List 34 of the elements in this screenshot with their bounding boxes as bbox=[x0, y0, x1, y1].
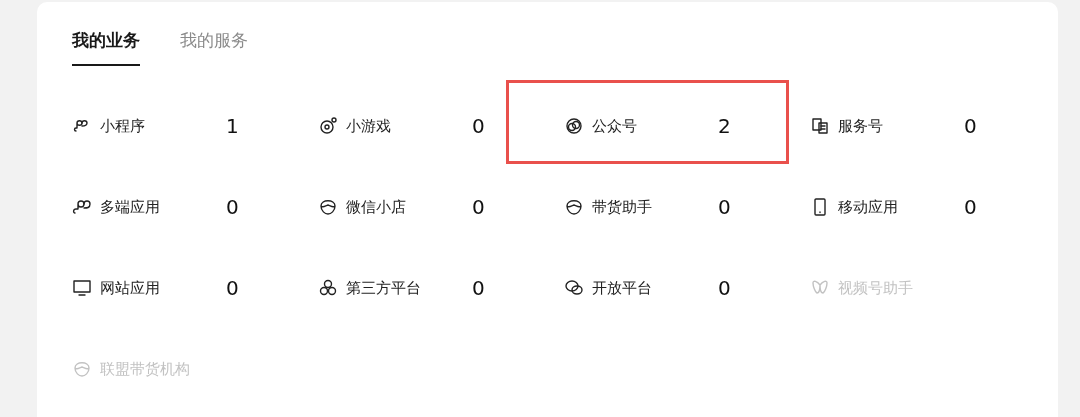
tab[interactable]: 我的业务 bbox=[72, 28, 140, 66]
service-link[interactable]: 服务号 bbox=[810, 114, 960, 138]
mask-icon bbox=[564, 197, 584, 217]
service-link[interactable]: 移动应用 bbox=[810, 195, 960, 219]
service-count: 1 bbox=[226, 113, 239, 140]
rings-icon bbox=[564, 116, 584, 136]
service-link[interactable]: 多端应用 bbox=[72, 195, 222, 219]
clover-icon bbox=[318, 278, 338, 298]
service-link[interactable]: 带货助手 bbox=[564, 195, 714, 219]
service-count: 0 bbox=[718, 194, 731, 221]
service-count: 0 bbox=[226, 194, 239, 221]
service-count: 2 bbox=[718, 113, 731, 140]
service-count: 0 bbox=[472, 194, 485, 221]
link-icon bbox=[72, 197, 92, 217]
mask-icon bbox=[318, 197, 338, 217]
service-count: 0 bbox=[964, 113, 977, 140]
service-link[interactable]: 开放平台 bbox=[564, 276, 714, 300]
service-link[interactable]: 公众号 bbox=[564, 114, 714, 138]
service-link[interactable]: 微信小店 bbox=[318, 195, 468, 219]
service-count: 0 bbox=[472, 113, 485, 140]
tab[interactable]: 我的服务 bbox=[180, 28, 248, 66]
target-icon bbox=[318, 116, 338, 136]
service-link[interactable]: 第三方平台 bbox=[318, 276, 468, 300]
service-link[interactable]: 小游戏 bbox=[318, 114, 468, 138]
mask-icon bbox=[72, 359, 92, 379]
document-icon bbox=[810, 116, 830, 136]
chat-icon bbox=[564, 278, 584, 298]
service-link[interactable]: 网站应用 bbox=[72, 276, 222, 300]
service-count: 0 bbox=[964, 194, 977, 221]
service-count: 0 bbox=[226, 275, 239, 302]
monitor-icon bbox=[72, 278, 92, 298]
service-count: 0 bbox=[718, 275, 731, 302]
service-link[interactable]: 小程序 bbox=[72, 114, 222, 138]
service-count: 0 bbox=[472, 275, 485, 302]
